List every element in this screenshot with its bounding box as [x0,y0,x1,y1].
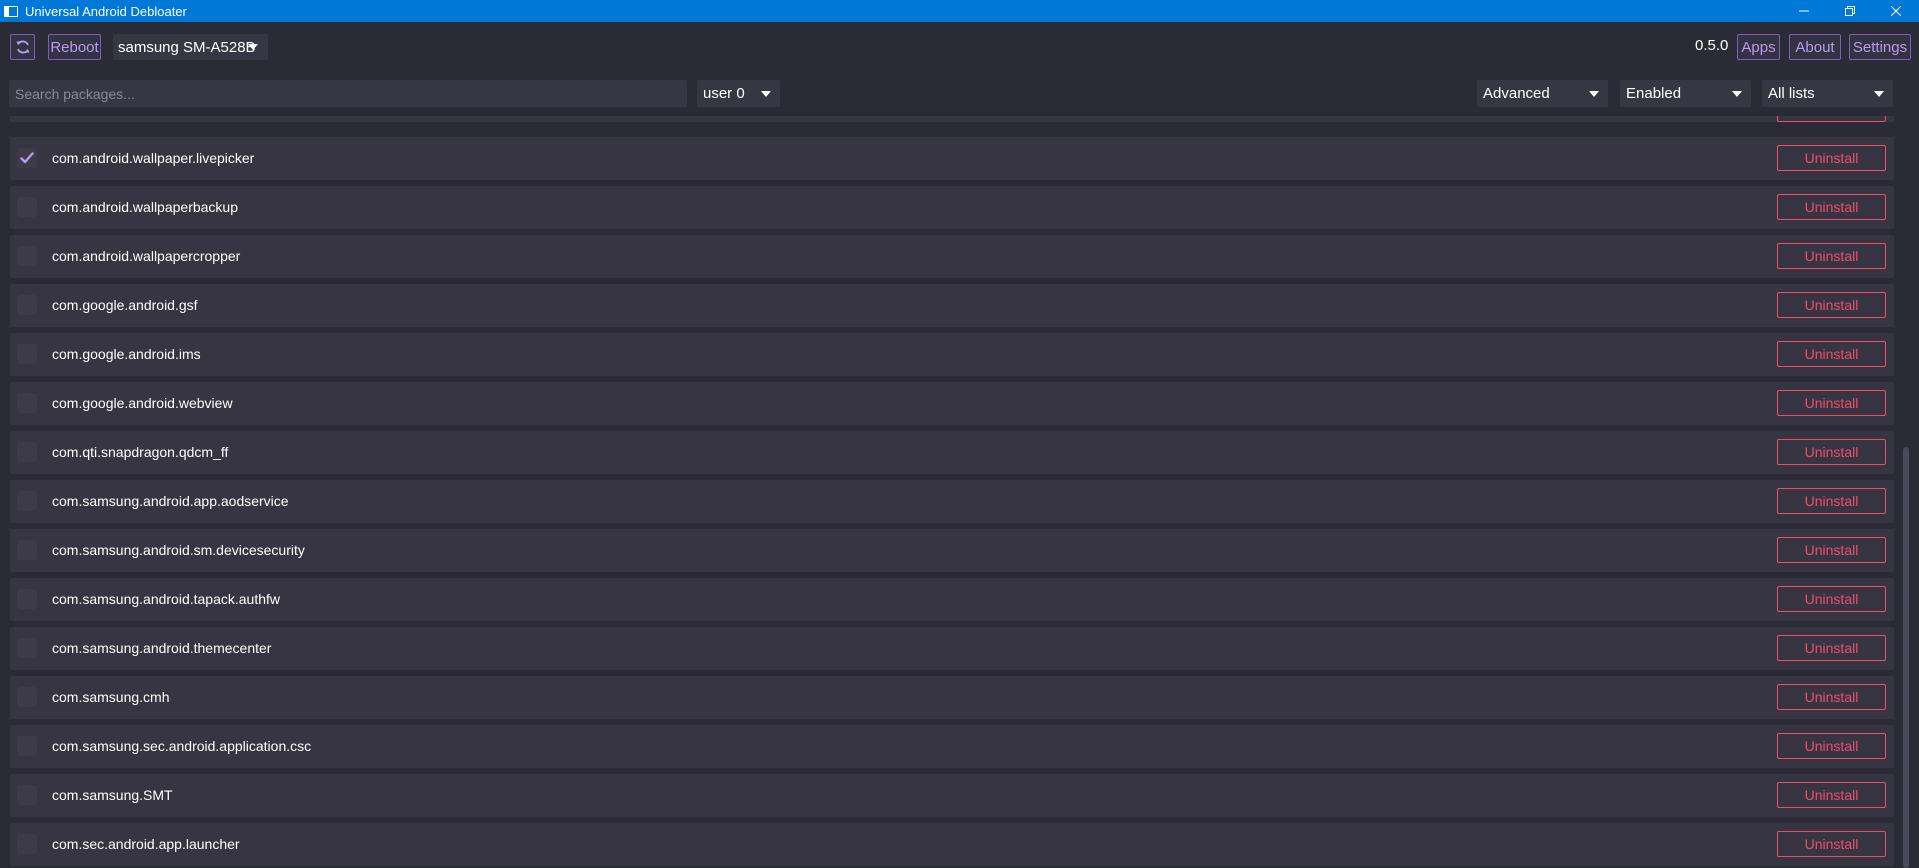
chevron-down-icon [761,91,771,97]
package-name: com.samsung.cmh [52,689,170,705]
app-window-icon [4,5,18,17]
list-item[interactable]: com.samsung.android.themecenter Uninstall [10,627,1894,670]
package-checkbox[interactable] [17,491,37,511]
chevron-down-icon [1589,91,1599,97]
device-select-value: samsung SM-A528B [118,38,256,56]
package-checkbox[interactable] [17,442,37,462]
settings-button[interactable]: Settings [1849,34,1911,60]
user-select[interactable]: user 0 [697,80,780,107]
uninstall-button[interactable]: Uninstall [1777,684,1886,710]
list-item[interactable]: com.samsung.cmh Uninstall [10,676,1894,719]
package-state-value: Enabled [1626,85,1682,102]
user-select-value: user 0 [703,85,745,102]
close-button[interactable] [1873,0,1919,22]
uninstall-button[interactable]: Uninstall [1777,292,1886,318]
package-name: com.google.android.webview [52,395,233,411]
list-item[interactable]: com.qti.snapdragon.qdcm_ff Uninstall [10,431,1894,474]
reboot-button[interactable]: Reboot [48,34,101,60]
main-toolbar: Reboot samsung SM-A528B 0.5.0 Apps About… [0,22,1919,72]
package-state-select[interactable]: Enabled [1620,80,1751,107]
close-icon [1891,6,1901,16]
package-name: com.samsung.sec.android.application.csc [52,738,312,754]
list-item[interactable]: com.samsung.SMT Uninstall [10,774,1894,817]
package-checkbox[interactable] [17,785,37,805]
package-name: com.samsung.SMT [52,787,173,803]
list-item[interactable]: com.samsung.android.app.aodservice Uninst… [10,480,1894,523]
package-name: com.sec.android.app.launcher [52,836,240,852]
package-name: com.android.wallpapercropper [52,248,241,264]
restore-icon [1845,6,1855,16]
chevron-down-icon [1874,91,1884,97]
uninstall-button[interactable]: Uninstall [1777,635,1886,661]
package-name: com.android.wallpaperbackup [52,199,238,215]
title-bar: Universal Android Debloater [0,0,1919,22]
app-version: 0.5.0 [1695,37,1729,54]
uninstall-button[interactable]: Uninstall [1777,341,1886,367]
list-item[interactable]: com.android.wallpapercropper Uninstall [10,235,1894,278]
list-item[interactable]: com.google.android.webview Uninstall [10,382,1894,425]
restore-button[interactable] [1827,0,1873,22]
package-name: com.android.wallpaper.livepicker [52,150,255,166]
list-filter-select[interactable]: All lists [1762,80,1893,107]
package-name: com.samsung.android.tapack.authfw [52,591,281,607]
package-name: com.samsung.android.themecenter [52,640,272,656]
package-checkbox[interactable] [17,834,37,854]
uninstall-button[interactable]: Uninstall [1777,439,1886,465]
chevron-down-icon [248,44,258,50]
chevron-down-icon [1732,91,1742,97]
package-checkbox[interactable] [17,687,37,707]
package-name: com.samsung.android.app.aodservice [52,493,289,509]
package-checkbox[interactable] [17,197,37,217]
package-checkbox[interactable] [17,638,37,658]
package-checkbox[interactable] [17,344,37,364]
device-select[interactable]: samsung SM-A528B [113,34,268,60]
minimize-icon [1799,10,1809,12]
scrollbar-thumb[interactable] [1903,447,1909,868]
package-name: com.samsung.android.sm.devicesecurity [52,542,305,558]
uninstall-button[interactable]: Uninstall [1777,586,1886,612]
window-title: Universal Android Debloater [25,3,187,19]
list-item[interactable]: com.android.wallpaper.livepicker Uninstal… [10,137,1894,180]
package-list: com.android.wallpaper.livepicker Uninstal… [0,116,1900,868]
list-item[interactable]: com.samsung.android.sm.devicesecurity Uni… [10,529,1894,572]
list-item[interactable]: com.android.wallpaperbackup Uninstall [10,186,1894,229]
package-checkbox[interactable] [17,148,37,168]
list-item[interactable]: com.samsung.sec.android.application.csc U… [10,725,1894,768]
uninstall-button[interactable]: Uninstall [1777,537,1886,563]
uninstall-button[interactable]: Uninstall [1777,782,1886,808]
list-item[interactable]: com.google.android.gsf Uninstall [10,284,1894,327]
uninstall-button[interactable]: Uninstall [1777,488,1886,514]
package-checkbox[interactable] [17,393,37,413]
refresh-icon [16,40,29,54]
package-checkbox[interactable] [17,246,37,266]
removal-mode-select[interactable]: Advanced [1477,80,1608,107]
removal-mode-value: Advanced [1483,85,1550,102]
list-item[interactable]: com.google.android.ims Uninstall [10,333,1894,376]
uninstall-button[interactable]: Uninstall [1777,733,1886,759]
uninstall-button[interactable]: Uninstall [1777,390,1886,416]
minimize-button[interactable] [1781,0,1827,22]
package-checkbox[interactable] [17,295,37,315]
package-name: com.qti.snapdragon.qdcm_ff [52,444,229,460]
window-controls [1781,0,1919,22]
package-checkbox[interactable] [17,736,37,756]
uninstall-button[interactable]: Uninstall [1777,145,1886,171]
about-button[interactable]: About [1789,34,1841,60]
apps-button[interactable]: Apps [1737,34,1780,60]
search-input[interactable] [9,80,687,107]
list-filter-value: All lists [1768,85,1815,102]
refresh-button[interactable] [10,34,35,60]
package-name: com.google.android.gsf [52,297,198,313]
uninstall-button[interactable]: Uninstall [1777,243,1886,269]
uninstall-button[interactable]: Uninstall [1777,831,1886,857]
package-name: com.google.android.ims [52,346,201,362]
list-item[interactable]: com.sec.android.app.launcher Uninstall [10,823,1894,866]
package-checkbox[interactable] [17,589,37,609]
uninstall-button[interactable]: Uninstall [1777,194,1886,220]
checkmark-icon [20,152,34,164]
package-checkbox[interactable] [17,540,37,560]
filter-bar: user 0 Advanced Enabled All lists [0,72,1919,116]
list-item[interactable]: com.samsung.android.tapack.authfw Uninsta… [10,578,1894,621]
